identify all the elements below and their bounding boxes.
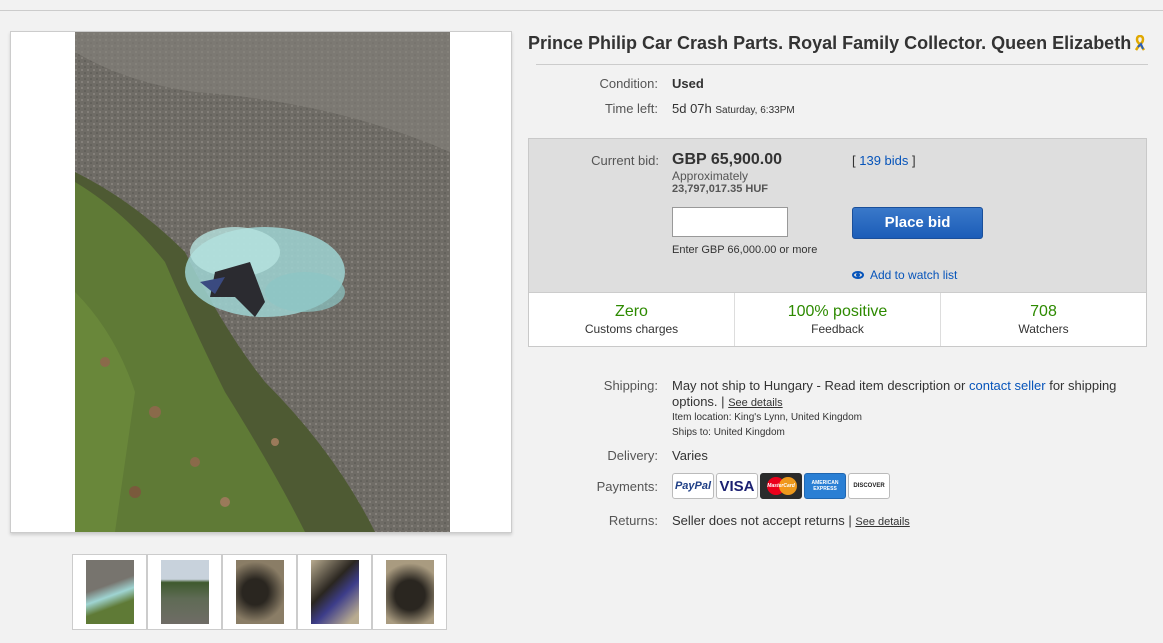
contact-seller-link[interactable]: contact seller <box>969 378 1046 393</box>
shipping-text-after: for shipping <box>1049 378 1117 393</box>
stat-feedback: 100% positive Feedback <box>735 293 941 346</box>
bid-count: [ 139 bids ] <box>852 153 916 168</box>
returns-separator: | <box>848 513 852 528</box>
condition-label: Condition: <box>599 76 658 91</box>
listing-title: Prince Philip Car Crash Parts. Royal Fam… <box>528 33 1146 56</box>
returns-label: Returns: <box>608 513 658 528</box>
stat-customs-label: Customs charges <box>584 322 679 336</box>
item-location: Item location: King's Lynn, United Kingd… <box>672 412 862 423</box>
bid-count-close: ] <box>912 153 916 168</box>
current-bid-label: Current bid: <box>591 153 659 168</box>
shipping-label: Shipping: <box>603 378 658 393</box>
stat-feedback-label: Feedback <box>811 322 864 336</box>
delivery-label: Delivery: <box>607 448 658 463</box>
approx-label: Approximately <box>672 169 749 183</box>
main-photo[interactable] <box>75 32 450 532</box>
stat-watchers-label: Watchers <box>1018 322 1069 336</box>
visa-text: VISA <box>719 477 755 495</box>
time-left-value: 5d 07h <box>672 101 712 116</box>
shipping-info: May not ship to Hungary - Read item desc… <box>672 378 1142 411</box>
stat-customs-value: Zero <box>615 303 648 320</box>
bid-count-link[interactable]: 139 bids <box>859 153 908 168</box>
payments-label: Payments: <box>596 479 658 494</box>
stat-watchers-value: 708 <box>1030 303 1057 320</box>
shipping-see-details-link[interactable]: See details <box>728 397 782 409</box>
shipping-text-before: May not ship to Hungary - Read item desc… <box>672 378 966 393</box>
watch-label: Add to watch list <box>870 268 958 282</box>
awareness-ribbon-icon <box>1135 34 1146 56</box>
main-image-viewer[interactable] <box>10 31 512 533</box>
ships-to: Ships to: United Kingdom <box>672 427 785 438</box>
approx-value: 23,797,017.35 HUF <box>672 183 769 195</box>
thumbnail-strip <box>72 554 447 630</box>
place-bid-button[interactable]: Place bid <box>852 207 983 239</box>
add-to-watch-list-link[interactable]: Add to watch list <box>852 268 957 282</box>
bid-panel: Current bid: GBP 65,900.00 Approximately… <box>528 138 1147 347</box>
bid-min-hint: Enter GBP 66,000.00 or more <box>672 244 818 256</box>
returns-info: Seller does not accept returns | See det… <box>672 513 910 528</box>
amex-logo: AMERICAN EXPRESS <box>804 473 846 499</box>
stat-watchers: 708 Watchers <box>941 293 1146 346</box>
shipping-separator: | <box>721 394 725 409</box>
amex-text: AMERICAN EXPRESS <box>811 480 839 492</box>
item-location-label: Item location: <box>672 412 732 423</box>
shipping-line2: options. <box>672 394 718 409</box>
time-left-label: Time left: <box>605 101 658 116</box>
bid-amount-input[interactable] <box>672 207 788 237</box>
condition-value: Used <box>672 76 704 91</box>
thumbnail-2[interactable] <box>147 554 222 630</box>
item-location-value: King's Lynn, United Kingdom <box>734 412 862 423</box>
discover-text: DISCOVER <box>853 483 885 489</box>
thumbnail-3[interactable] <box>222 554 297 630</box>
title-divider <box>536 64 1148 65</box>
ships-to-label: Ships to: <box>672 427 711 438</box>
discover-logo: DISCOVER <box>848 473 890 499</box>
paypal-logo: PayPal <box>672 473 714 499</box>
mastercard-text: MasterCard <box>767 483 795 489</box>
ships-to-value: United Kingdom <box>713 427 785 438</box>
paypal-text: PayPal <box>674 480 712 492</box>
thumbnail-5[interactable] <box>372 554 447 630</box>
returns-value: Seller does not accept returns <box>672 513 845 528</box>
eye-icon <box>852 271 864 279</box>
current-bid-value: GBP 65,900.00 <box>672 151 783 168</box>
thumbnail-1[interactable] <box>72 554 147 630</box>
time-left: 5d 07h Saturday, 6:33PM <box>672 101 795 116</box>
visa-logo: VISA <box>716 473 758 499</box>
stat-customs: Zero Customs charges <box>529 293 735 346</box>
stat-feedback-value: 100% positive <box>787 303 888 320</box>
delivery-value: Varies <box>672 448 708 463</box>
returns-see-details-link[interactable]: See details <box>855 516 909 528</box>
time-left-end: Saturday, 6:33PM <box>715 105 795 116</box>
bid-count-open: [ <box>852 153 856 168</box>
top-divider <box>0 10 1163 11</box>
stats-bar: Zero Customs charges 100% positive Feedb… <box>529 292 1146 346</box>
thumbnail-4[interactable] <box>297 554 372 630</box>
mastercard-logo: MasterCard <box>760 473 802 499</box>
listing-title-text: Prince Philip Car Crash Parts. Royal Fam… <box>528 33 1132 53</box>
